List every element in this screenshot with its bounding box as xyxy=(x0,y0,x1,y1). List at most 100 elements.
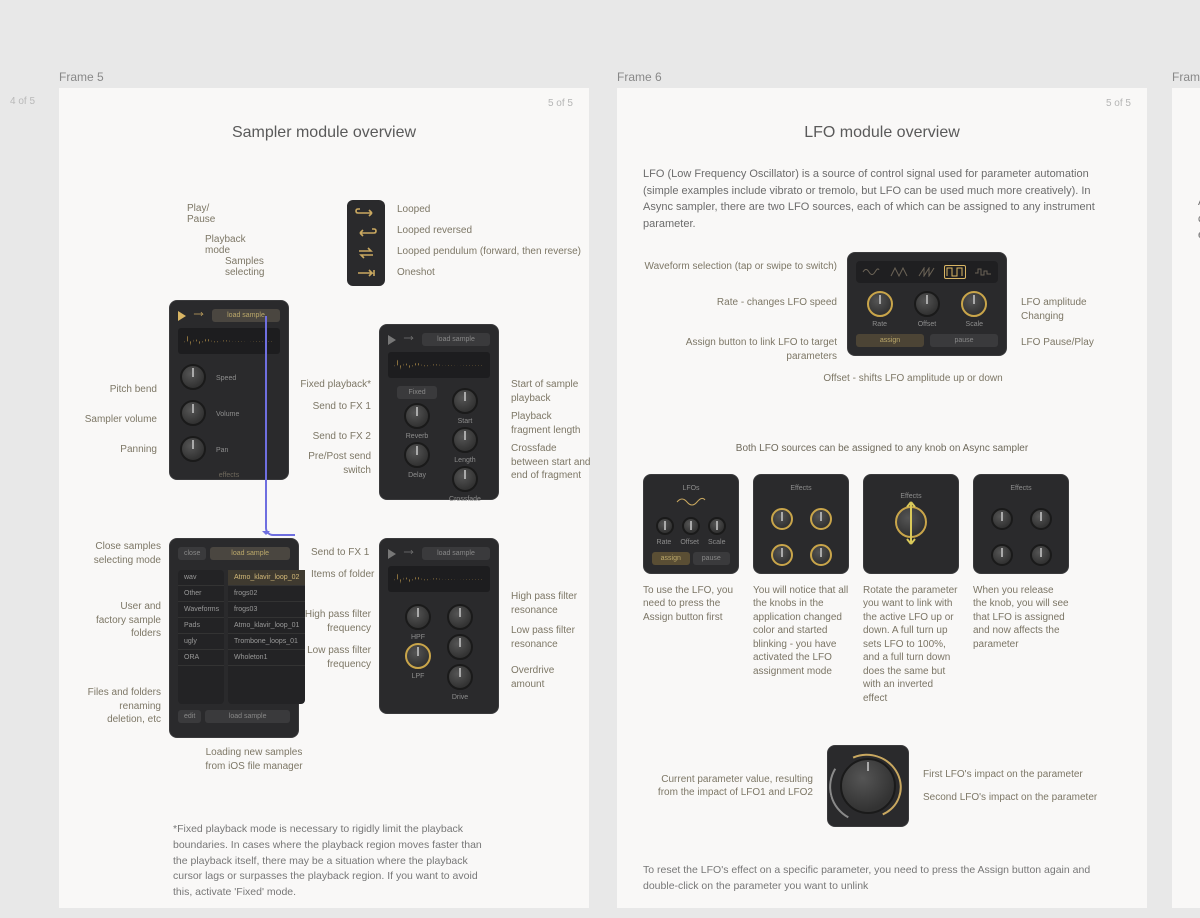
folder-item[interactable]: Other xyxy=(178,586,224,602)
waveform-display[interactable] xyxy=(388,352,490,378)
sample-browser-module[interactable]: close load sample wav Other Waveforms Pa… xyxy=(169,538,299,738)
knob-hpf[interactable] xyxy=(405,604,431,630)
loop-mode-icon[interactable] xyxy=(192,309,206,322)
knob-drive[interactable] xyxy=(447,664,473,690)
label-fragment-length: Playback fragment length xyxy=(511,410,581,437)
close-browser-button[interactable]: close xyxy=(178,547,206,560)
label-crossfade: Crossfade between start and end of fragm… xyxy=(511,442,591,483)
knob-volume[interactable] xyxy=(180,400,206,426)
label-lfo-pause: LFO Pause/Play xyxy=(1021,336,1094,350)
step-module-title: LFOs xyxy=(652,485,730,492)
knob-start[interactable] xyxy=(452,388,478,414)
frame-6-page[interactable]: 5 of 5 LFO module overview LFO (Low Freq… xyxy=(617,88,1147,908)
wave-sine-icon xyxy=(652,496,730,511)
waveform-display[interactable] xyxy=(388,566,490,592)
label-rate: Rate - changes LFO speed xyxy=(643,296,837,310)
folder-item[interactable]: Waveforms xyxy=(178,602,224,618)
label-send-fx1: Send to FX 1 xyxy=(299,400,371,414)
page-title: LFO module overview xyxy=(643,124,1121,142)
icon-looped xyxy=(353,206,379,220)
step-module-title: Effects xyxy=(762,485,840,492)
tab-effects[interactable]: effects xyxy=(219,472,240,479)
assign-button[interactable]: assign xyxy=(856,334,924,347)
file-list[interactable]: Atmo_klavir_loop_02 frogs02 frogs03 Atmo… xyxy=(228,570,305,704)
knob-delay[interactable] xyxy=(404,442,430,468)
load-sample-button[interactable]: load sample xyxy=(422,547,490,560)
file-item[interactable]: frogs02 xyxy=(228,586,305,602)
frame-7-page-partial[interactable]: A c e xyxy=(1172,88,1200,908)
knob-reverb[interactable] xyxy=(404,403,430,429)
knob-lpf[interactable] xyxy=(405,643,431,669)
mini-knob xyxy=(708,517,726,535)
knob-lpf-res[interactable] xyxy=(447,634,473,660)
mini-knob xyxy=(771,544,793,566)
folder-item[interactable]: Pads xyxy=(178,618,224,634)
mini-knob xyxy=(656,517,674,535)
loop-mode-icon[interactable] xyxy=(402,547,416,560)
play-icon[interactable] xyxy=(178,311,186,321)
edit-button[interactable]: edit xyxy=(178,710,201,723)
folder-item[interactable]: ORA xyxy=(178,650,224,666)
step-2-caption: You will notice that all the knobs in th… xyxy=(753,584,849,679)
fixed-toggle[interactable]: Fixed xyxy=(397,386,437,399)
wave-random-icon[interactable] xyxy=(972,265,994,279)
lfo-module[interactable]: Rate Offset Scale assign pause xyxy=(847,252,1007,356)
step-1-caption: To use the LFO, you need to press the As… xyxy=(643,584,739,625)
load-sample-button[interactable]: load sample xyxy=(210,547,290,560)
knob-offset[interactable] xyxy=(914,291,940,317)
knob-length-label: Length xyxy=(454,457,475,464)
label-offset: Offset - shifts LFO amplitude up or down xyxy=(763,372,1063,386)
wave-sine-icon[interactable] xyxy=(860,265,882,279)
label-close-samples: Close samples selecting mode xyxy=(73,540,161,567)
label-lfo-amplitude: LFO amplitude Changing xyxy=(1021,296,1121,323)
label-start-sample: Start of sample playback xyxy=(511,378,578,405)
load-sample-button[interactable]: load sample xyxy=(422,333,490,346)
frame-5-page[interactable]: 5 of 5 Sampler module overview Play/ Pau… xyxy=(59,88,589,908)
lfo2-ring-icon xyxy=(821,740,915,832)
design-canvas[interactable]: 4 of 5 Frame 5 Frame 6 Frame 5 of 5 Samp… xyxy=(0,0,1200,918)
lfo-intro: LFO (Low Frequency Oscillator) is a sour… xyxy=(643,166,1121,232)
wave-triangle-icon[interactable] xyxy=(888,265,910,279)
folder-item[interactable]: wav xyxy=(178,570,224,586)
folder-list[interactable]: wav Other Waveforms Pads ugly ORA xyxy=(178,570,224,704)
knob-hpf-res[interactable] xyxy=(447,604,473,630)
knob-start-label: Start xyxy=(458,418,473,425)
loop-mode-icon[interactable] xyxy=(402,333,416,346)
pause-button[interactable]: pause xyxy=(930,334,998,347)
mini-label: Rate xyxy=(657,539,672,546)
folder-item[interactable]: ugly xyxy=(178,634,224,650)
knob-speed-label: Speed xyxy=(216,375,236,382)
mini-knob xyxy=(682,517,700,535)
sampler-module-filter[interactable]: load sample HPF LPF Drive xyxy=(379,538,499,714)
label-pitch-bend: Pitch bend xyxy=(77,383,157,397)
play-icon[interactable] xyxy=(388,549,396,559)
label-samples-selecting: Samples selecting xyxy=(225,256,264,278)
playback-mode-box xyxy=(347,200,385,286)
wave-saw-icon[interactable] xyxy=(916,265,938,279)
import-sample-button[interactable]: load sample xyxy=(205,710,290,723)
knob-pan[interactable] xyxy=(180,436,206,462)
page-indicator-left: 4 of 5 xyxy=(10,96,35,107)
file-item-selected[interactable]: Atmo_klavir_loop_02 xyxy=(228,570,305,586)
step-1: LFOs RateOffsetScale assignpause To use … xyxy=(643,474,739,706)
knob-crossfade[interactable] xyxy=(452,466,478,492)
knob-scale[interactable] xyxy=(961,291,987,317)
mini-knob xyxy=(810,508,832,530)
wave-square-icon[interactable] xyxy=(944,265,966,279)
knob-rate-label: Rate xyxy=(872,321,887,328)
play-icon[interactable] xyxy=(388,335,396,345)
waveform-selector[interactable] xyxy=(856,261,998,283)
label-lp-res: Low pass filter resonance xyxy=(511,624,575,651)
knob-length[interactable] xyxy=(452,427,478,453)
step-2: Effects You will notice that all the kno… xyxy=(753,474,849,706)
arrow-to-browser xyxy=(265,316,295,536)
knob-rate[interactable] xyxy=(867,291,893,317)
frame-6-label[interactable]: Frame 6 xyxy=(617,70,662,84)
mini-knob xyxy=(991,508,1013,530)
knob-speed[interactable] xyxy=(180,364,206,390)
knob-hpf-label: HPF xyxy=(411,634,425,641)
footnote-fixed-playback: *Fixed playback mode is necessary to rig… xyxy=(173,822,493,901)
frame-7-label-partial[interactable]: Frame xyxy=(1172,70,1200,84)
sampler-module-sends[interactable]: load sample Fixed Reverb Delay Start Len… xyxy=(379,324,499,500)
frame-5-label[interactable]: Frame 5 xyxy=(59,70,104,84)
